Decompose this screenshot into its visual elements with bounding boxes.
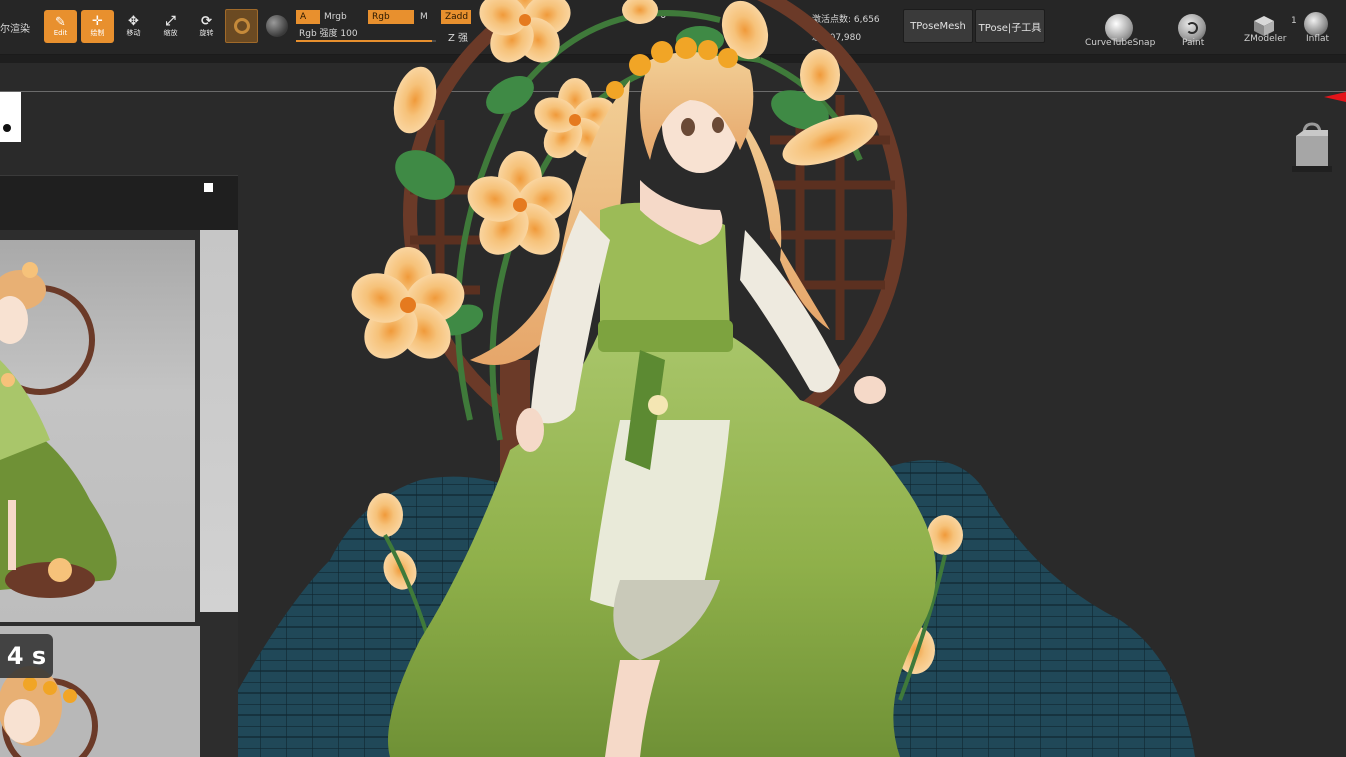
timer-badge: 4 s — [0, 634, 53, 678]
color-swatch[interactable] — [0, 92, 21, 142]
reference-image-1[interactable] — [0, 240, 195, 622]
reference-panel-header — [0, 176, 238, 230]
navigation-cube-icon[interactable] — [1290, 122, 1334, 174]
zbrush-window: 尔渲染 ✎ Edit ✛ 绘制 ✥ 移动 ⤢ 缩放 ⟳ 旋转 A Mrgb Rg… — [0, 0, 1346, 757]
window-square-icon[interactable] — [204, 183, 213, 192]
reference-image-2[interactable] — [200, 230, 238, 612]
x-axis-arrow-icon — [1324, 92, 1346, 102]
